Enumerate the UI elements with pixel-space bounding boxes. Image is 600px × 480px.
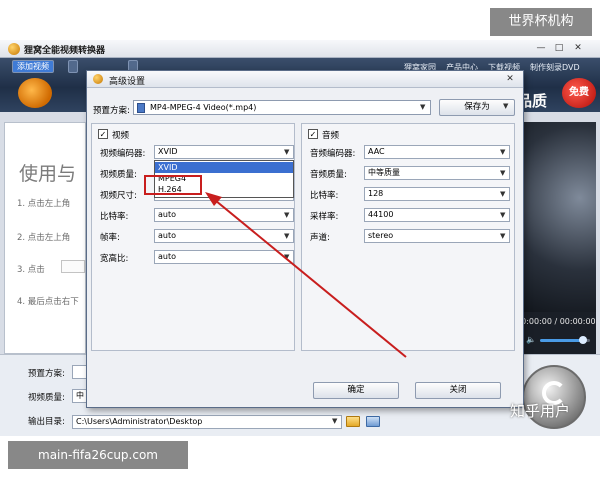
video-fps-select[interactable]: auto [154,229,294,243]
advanced-settings-dialog: 高级设置 ✕ 预置方案: MP4-MPEG-4 Video(*.mp4) ▼ 保… [86,70,524,408]
app-big-logo-icon [18,78,52,108]
watermark-zhihu: 知乎用户 [510,402,571,420]
chevron-down-icon[interactable]: ▼ [420,103,425,111]
audio-quality-label: 音频质量: [310,170,347,180]
watermark-bottom: main-fifa26cup.com [8,441,188,469]
app-title: 狸窝全能视频转换器 [24,46,106,56]
instructions-heading: 使用与 [19,163,77,185]
encoder-option-xvid[interactable]: XVID [155,162,293,173]
dialog-logo-icon [93,74,103,84]
chevron-down-icon[interactable]: ▼ [500,211,505,219]
audio-channel-label: 声道: [310,233,330,243]
dialog-preset-select[interactable]: MP4-MPEG-4 Video(*.mp4) ▼ [133,100,431,115]
chevron-down-icon[interactable]: ▼ [503,102,508,110]
ok-button[interactable]: 确定 [313,382,399,399]
audio-encoder-select[interactable]: AAC [364,145,510,159]
instruction-step: 4. 最后点击右下 [17,297,79,307]
chevron-down-icon[interactable]: ▼ [284,253,289,261]
minimize-button[interactable]: — [533,42,549,55]
dialog-close-icon[interactable]: ✕ [503,73,517,85]
video-preview [514,122,596,312]
video-aspect-label: 宽高比: [100,254,129,264]
close-dialog-button[interactable]: 关闭 [415,382,501,399]
video-quality-label: 视频质量: [100,170,137,180]
audio-channel-select[interactable]: stereo [364,229,510,243]
video-settings-panel: ✓ 视频 视频编码器: XVID ▼ 视频质量: ▼ 视频尺寸: origina… [91,123,295,351]
app-logo-icon [8,43,20,55]
output-dir-label: 输出目录: [28,417,65,427]
video-fps-label: 帧率: [100,233,120,243]
chevron-down-icon[interactable]: ▼ [500,232,505,240]
chevron-down-icon[interactable]: ▼ [284,232,289,240]
preview-player: 00:00:00 / 00:00:00 🔈 [514,122,596,354]
toolbar-tab-2[interactable] [68,60,78,73]
audio-sample-rate-label: 采样率: [310,212,339,222]
video-encoder-select[interactable]: XVID [154,145,294,159]
video-enabled-checkbox[interactable]: ✓ [98,129,108,139]
dialog-title: 高级设置 [109,77,146,87]
audio-encoder-label: 音频编码器: [310,149,356,159]
video-size-label: 视频尺寸: [100,191,137,201]
video-panel-title: 视频 [112,131,130,141]
audio-settings-panel: ✓ 音频 音频编码器: AAC ▼ 音频质量: 中等质量 ▼ 比特率: 128 … [301,123,515,351]
chevron-down-icon[interactable]: ▼ [500,169,505,177]
annotation-highlight-box [144,175,202,195]
chevron-down-icon[interactable]: ▼ [500,148,505,156]
video-bitrate-label: 比特率: [100,212,129,222]
free-badge: 免费 [562,78,596,108]
close-button[interactable]: ✕ [570,42,586,55]
app-titlebar: 狸窝全能视频转换器 — □ ✕ [0,40,600,58]
chevron-down-icon[interactable]: ▼ [284,148,289,156]
chevron-down-icon[interactable]: ▼ [500,190,505,198]
dialog-titlebar: 高级设置 ✕ [87,71,523,88]
preset-label: 预置方案: [28,369,65,379]
audio-enabled-checkbox[interactable]: ✓ [308,129,318,139]
instruction-inline-field [61,260,85,273]
file-icon [137,103,145,113]
audio-bitrate-select[interactable]: 128 [364,187,510,201]
volume-icon[interactable]: 🔈 [526,336,536,344]
instructions-panel: 使用与 1. 点击左上角 2. 点击左上角 3. 点击 4. 最后点击右下 [4,122,86,354]
dialog-preset-label: 预置方案: [93,106,130,116]
audio-quality-select[interactable]: 中等质量 [364,166,510,180]
open-folder-icon[interactable] [366,416,380,427]
dialog-preset-value: MP4-MPEG-4 Video(*.mp4) [150,103,257,112]
audio-sample-rate-select[interactable]: 44100 [364,208,510,222]
video-encoder-label: 视频编码器: [100,149,146,159]
link-burn-dvd[interactable]: 制作刻录DVD [530,62,580,73]
output-dir-field[interactable]: C:\Users\Administrator\Desktop [72,415,342,429]
audio-bitrate-label: 比特率: [310,191,339,201]
instruction-step: 3. 点击 [17,265,45,275]
add-video-tab[interactable]: 添加视频 [12,60,54,73]
volume-slider-knob[interactable] [578,336,587,344]
chevron-down-icon[interactable]: ▼ [332,417,337,425]
chevron-down-icon[interactable]: ▼ [284,211,289,219]
instruction-step: 2. 点击左上角 [17,233,71,243]
folder-icon[interactable] [346,416,360,427]
watermark-top: 世界杯机构 [490,8,592,36]
video-quality-label: 视频质量: [28,393,65,403]
maximize-button[interactable]: □ [551,42,567,55]
video-aspect-select[interactable]: auto [154,250,294,264]
instruction-step: 1. 点击左上角 [17,199,71,209]
timecode: 00:00:00 / 00:00:00 [516,317,596,326]
video-bitrate-select[interactable]: auto [154,208,294,222]
audio-panel-title: 音频 [322,131,340,141]
screenshot: 狸窝全能视频转换器 — □ ✕ 添加视频 狸窝家园 产品中心 下载视频 制作刻录… [0,0,600,480]
